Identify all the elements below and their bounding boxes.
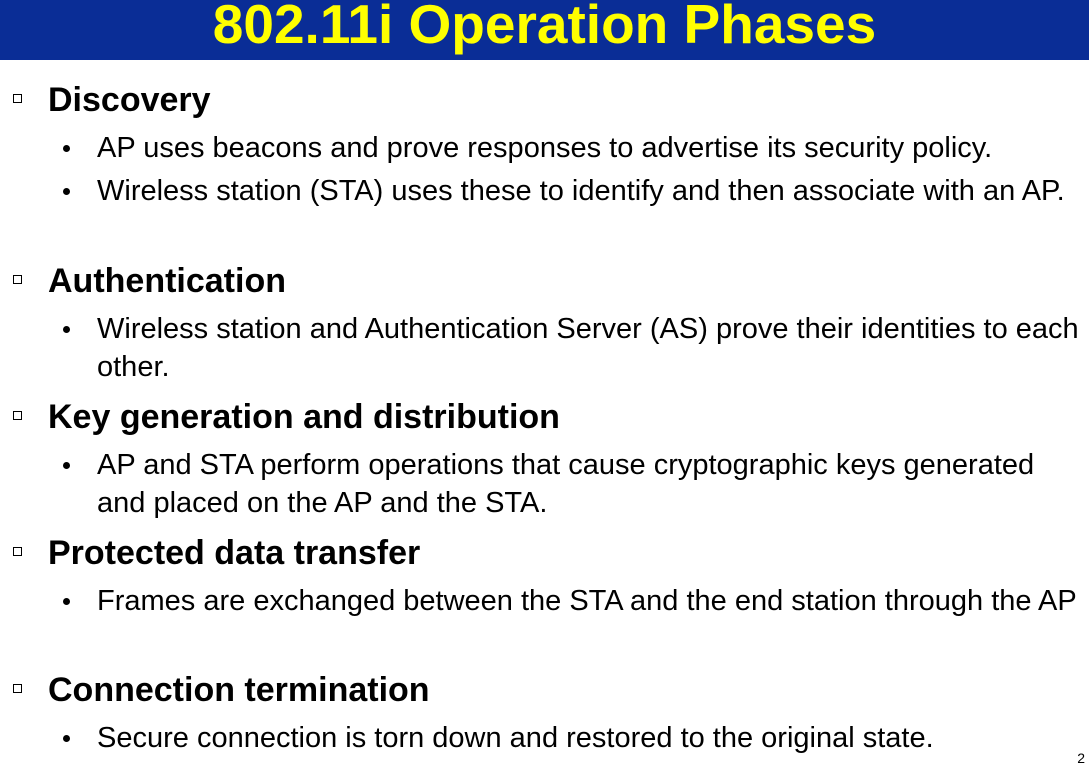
bullet-dot-icon xyxy=(63,145,70,152)
bullet-dot-icon xyxy=(63,598,70,605)
section-heading-row: Discovery xyxy=(0,81,1089,119)
bullet-text: AP uses beacons and prove responses to a… xyxy=(97,132,993,164)
section-protected-data-transfer: Protected data transfer Frames are excha… xyxy=(0,534,1089,620)
square-checkbox-icon xyxy=(13,684,22,693)
bullet-text: Wireless station and Authentication Serv… xyxy=(97,313,1079,383)
section-authentication: Authentication Wireless station and Auth… xyxy=(0,262,1089,386)
bullet-item: AP and STA perform operations that cause… xyxy=(0,446,1089,522)
bullet-text: AP and STA perform operations that cause… xyxy=(97,449,1035,519)
section-heading: Connection termination xyxy=(48,671,430,709)
bullet-item: Secure connection is torn down and resto… xyxy=(0,719,1089,757)
bullet-item: Wireless station and Authentication Serv… xyxy=(0,310,1089,386)
bullet-item: Wireless station (STA) uses these to ide… xyxy=(0,172,1089,210)
square-checkbox-icon xyxy=(13,275,22,284)
section-heading: Discovery xyxy=(48,81,211,119)
section-heading-row: Authentication xyxy=(0,262,1089,300)
section-heading-row: Key generation and distribution xyxy=(0,398,1089,436)
section-key-generation: Key generation and distribution AP and S… xyxy=(0,398,1089,522)
slide-title: 802.11i Operation Phases xyxy=(212,0,877,55)
title-bar: 802.11i Operation Phases xyxy=(0,0,1089,60)
square-checkbox-icon xyxy=(13,411,22,420)
page-number: 2 xyxy=(1077,750,1085,766)
section-discovery: Discovery AP uses beacons and prove resp… xyxy=(0,81,1089,210)
bullet-dot-icon xyxy=(63,735,70,742)
square-checkbox-icon xyxy=(13,547,22,556)
section-heading-row: Connection termination xyxy=(0,671,1089,709)
section-heading: Authentication xyxy=(48,262,286,300)
bullet-item: AP uses beacons and prove responses to a… xyxy=(0,129,1089,167)
bullet-text: Wireless station (STA) uses these to ide… xyxy=(97,175,1065,207)
section-heading-row: Protected data transfer xyxy=(0,534,1089,572)
bullet-item: Frames are exchanged between the STA and… xyxy=(0,582,1089,620)
section-heading: Protected data transfer xyxy=(48,534,421,572)
section-connection-termination: Connection termination Secure connection… xyxy=(0,671,1089,757)
bullet-dot-icon xyxy=(63,188,70,195)
bullet-dot-icon xyxy=(63,326,70,333)
square-checkbox-icon xyxy=(13,94,22,103)
bullet-text: Frames are exchanged between the STA and… xyxy=(97,585,1077,617)
bullet-dot-icon xyxy=(63,462,70,469)
section-heading: Key generation and distribution xyxy=(48,398,560,436)
bullet-text: Secure connection is torn down and resto… xyxy=(97,722,934,754)
